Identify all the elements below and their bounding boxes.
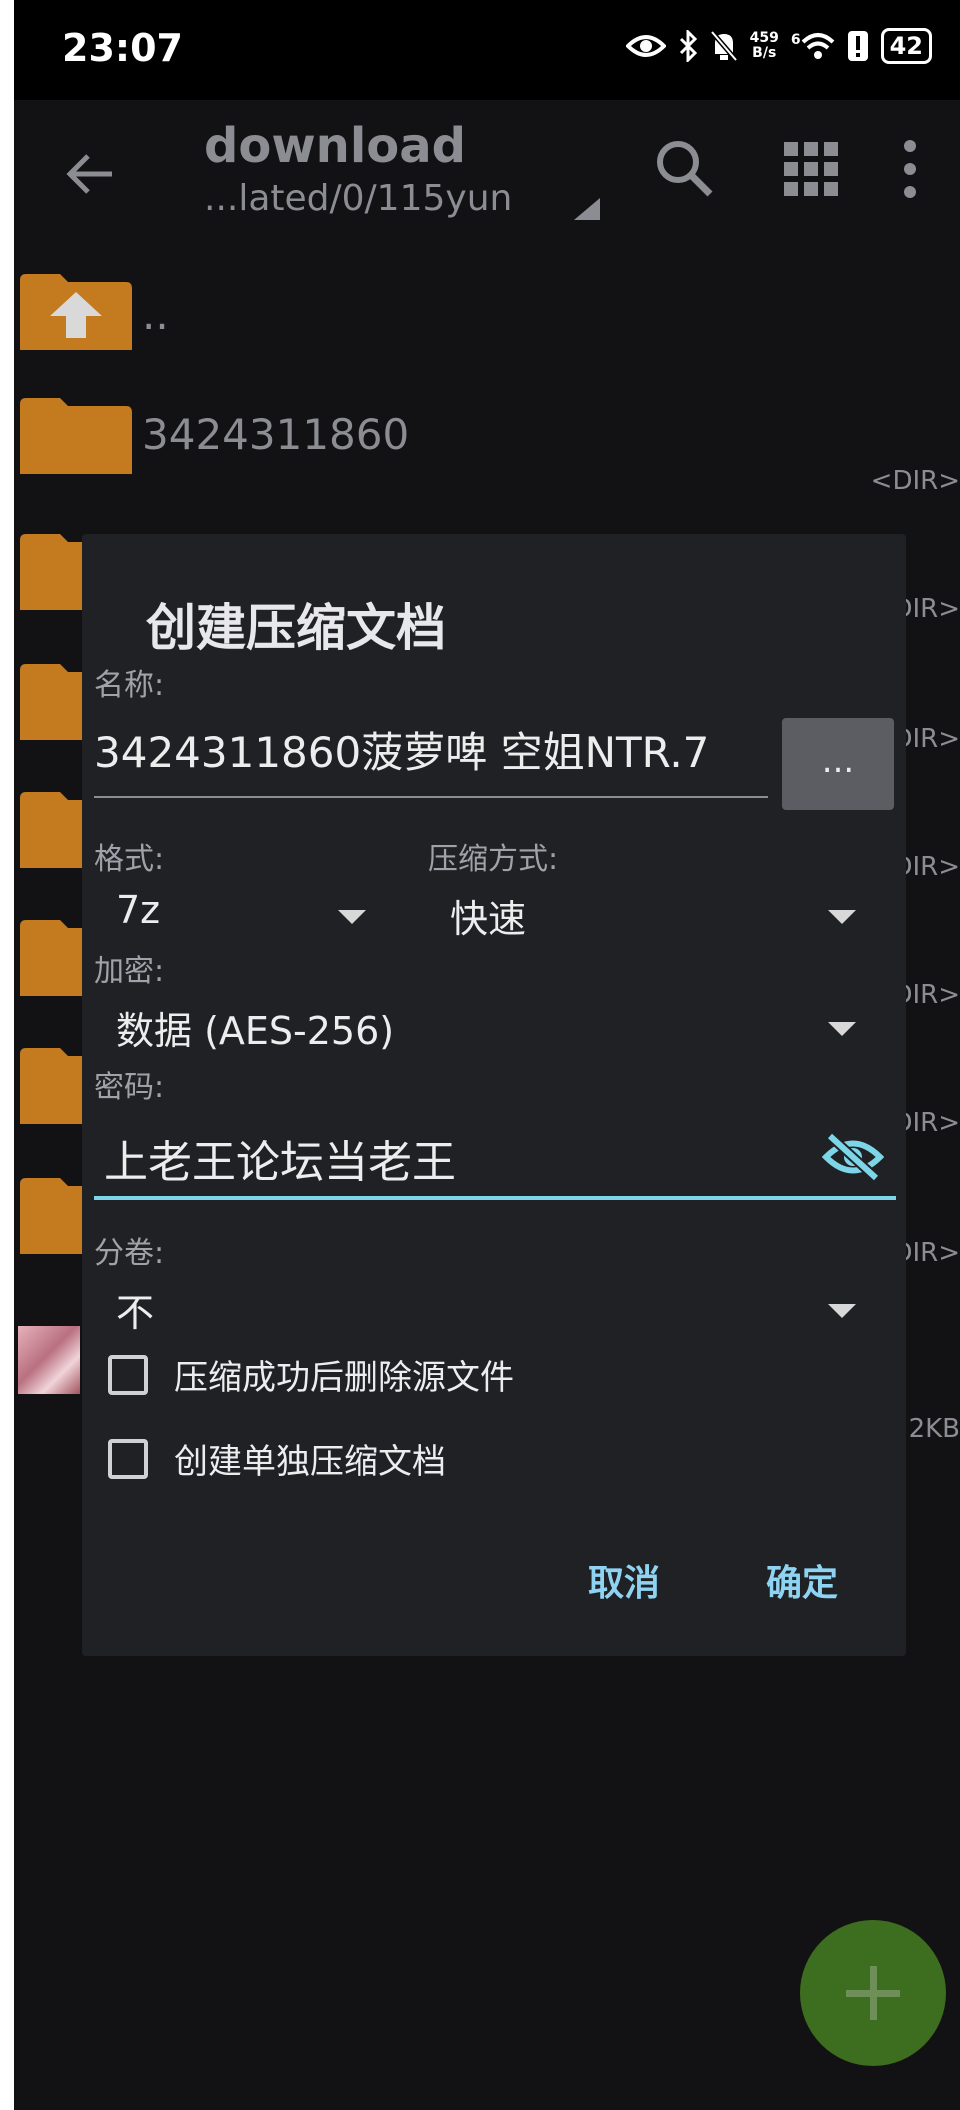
dialog-title: 创建压缩文档 xyxy=(146,599,446,657)
bell-off-icon xyxy=(709,30,738,62)
split-dropdown[interactable]: 不 xyxy=(94,1274,884,1346)
split-label: 分卷: xyxy=(94,1236,165,1271)
list-item[interactable]: .. xyxy=(14,250,960,378)
bluetooth-icon xyxy=(679,30,697,62)
file-name: .. xyxy=(142,290,169,339)
password-label: 密码: xyxy=(94,1070,165,1105)
delete-source-label: 压缩成功后删除源文件 xyxy=(174,1358,514,1398)
dir-tag: <DIR> xyxy=(870,466,960,496)
toolbar: download ...lated/0/115yun xyxy=(14,100,960,250)
wifi-icon xyxy=(801,33,834,59)
status-bar: 23:07 459 B/s 6 42 xyxy=(14,0,960,100)
name-underline xyxy=(94,796,768,798)
folder-up-icon xyxy=(20,274,132,350)
password-underline xyxy=(94,1196,896,1200)
create-archive-dialog: 创建压缩文档 名称: 3424311860菠萝啤 空姐NTR.7 ... 格式:… xyxy=(82,534,906,1656)
chevron-down-icon xyxy=(828,1022,856,1036)
delete-source-checkbox[interactable] xyxy=(108,1354,148,1395)
folder-title: download xyxy=(204,118,467,174)
archive-name-input[interactable]: 3424311860菠萝啤 空姐NTR.7 xyxy=(94,719,768,787)
file-name: 3424311860 xyxy=(142,410,410,459)
password-value: 上老王论坛当老王 xyxy=(104,1137,456,1188)
battery-indicator: 42 xyxy=(880,28,932,64)
screen: 23:07 459 B/s 6 42 download ...lated/0/1… xyxy=(14,0,960,2110)
separate-archives-checkbox[interactable] xyxy=(108,1438,148,1479)
separate-archives-option[interactable]: 创建单独压缩文档 xyxy=(108,1434,446,1483)
search-icon[interactable] xyxy=(650,134,720,204)
more-vert-icon[interactable] xyxy=(890,134,930,204)
format-dropdown[interactable]: 7z xyxy=(94,880,384,950)
encryption-label: 加密: xyxy=(94,954,165,989)
visibility-off-icon[interactable] xyxy=(822,1132,884,1182)
chevron-down-icon xyxy=(828,910,856,924)
wifi-indicator: 6 xyxy=(791,32,835,60)
method-label: 压缩方式: xyxy=(428,842,559,877)
folder-path[interactable]: ...lated/0/115yun xyxy=(204,178,512,219)
net-speed: 459 B/s xyxy=(749,30,779,61)
chevron-down-icon xyxy=(828,1304,856,1318)
alert-icon xyxy=(847,31,868,61)
encryption-dropdown[interactable]: 数据 (AES-256) xyxy=(94,992,884,1064)
back-arrow-icon[interactable] xyxy=(62,144,122,204)
format-label: 格式: xyxy=(94,842,165,877)
method-value: 快速 xyxy=(450,897,527,941)
encryption-value: 数据 (AES-256) xyxy=(116,1009,395,1053)
add-fab-button[interactable] xyxy=(800,1920,946,2066)
path-dropdown-icon[interactable] xyxy=(574,198,600,220)
delete-source-option[interactable]: 压缩成功后删除源文件 xyxy=(108,1350,514,1399)
file-size: 2KB xyxy=(908,1414,960,1444)
list-item[interactable]: 3424311860 <DIR> xyxy=(14,378,960,506)
method-dropdown[interactable]: 快速 xyxy=(428,880,884,950)
status-time: 23:07 xyxy=(62,26,183,70)
status-icons: 459 B/s 6 42 xyxy=(625,28,932,64)
folder-icon xyxy=(20,398,132,474)
format-value: 7z xyxy=(116,888,161,932)
separate-archives-label: 创建单独压缩文档 xyxy=(174,1442,446,1482)
grid-view-icon[interactable] xyxy=(776,134,846,204)
name-label: 名称: xyxy=(94,668,165,703)
split-value: 不 xyxy=(116,1291,155,1335)
cancel-button[interactable]: 取消 xyxy=(588,1554,660,1606)
eye-icon xyxy=(625,35,666,57)
password-input[interactable]: 上老王论坛当老王 xyxy=(94,1114,896,1196)
chevron-down-icon xyxy=(338,910,366,924)
browse-button[interactable]: ... xyxy=(782,718,894,810)
ok-button[interactable]: 确定 xyxy=(766,1554,838,1606)
